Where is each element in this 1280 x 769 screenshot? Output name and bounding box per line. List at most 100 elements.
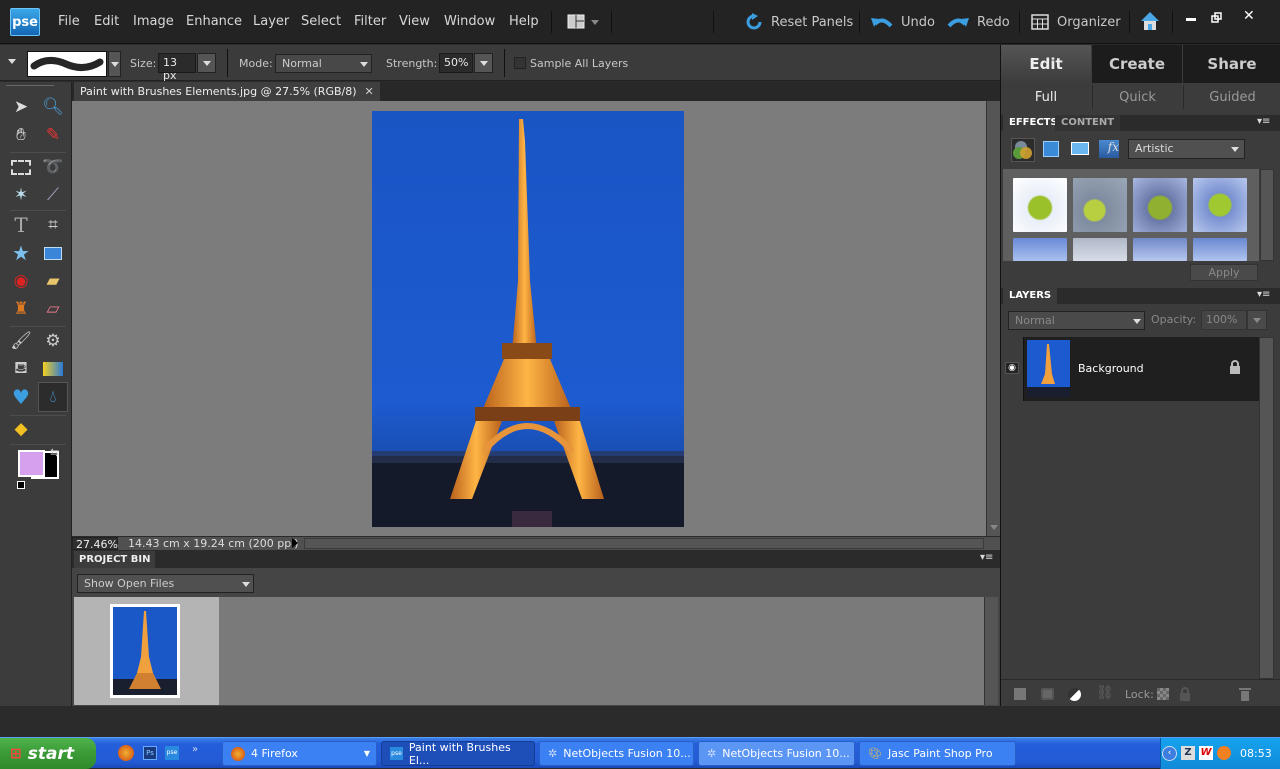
arrange-documents-button[interactable] xyxy=(567,14,601,33)
zonealarm-tray-icon[interactable]: Z xyxy=(1181,746,1195,760)
effect-thumbnail[interactable] xyxy=(1073,178,1127,232)
status-menu-arrow-icon[interactable] xyxy=(292,538,298,548)
brush-picker-button[interactable] xyxy=(108,51,121,77)
move-tool-icon[interactable]: ➤ xyxy=(8,94,34,120)
lock-all-icon[interactable] xyxy=(1179,687,1191,701)
orange-tray-icon[interactable] xyxy=(1217,746,1231,760)
effects-panel-menu-icon[interactable]: ▾≡ xyxy=(1257,116,1270,127)
effects-scrollbar[interactable] xyxy=(1260,169,1274,261)
type-tool-icon[interactable]: T xyxy=(8,212,34,238)
organizer-button[interactable]: Organizer xyxy=(1031,12,1121,32)
gradient-tool-icon[interactable] xyxy=(40,356,66,382)
effect-thumbnail[interactable] xyxy=(1193,238,1247,261)
sample-all-layers-checkbox[interactable] xyxy=(514,57,526,69)
new-layer-icon[interactable] xyxy=(1014,688,1026,700)
project-bin-menu-icon[interactable]: ▾≡ xyxy=(980,552,993,563)
all-effects-fx-icon[interactable]: fx xyxy=(1099,140,1119,158)
scroll-down-icon[interactable] xyxy=(990,525,998,530)
canvas-horizontal-scrollbar[interactable] xyxy=(304,538,984,549)
canvas-area[interactable] xyxy=(72,101,986,536)
layers-scrollbar[interactable] xyxy=(1259,337,1274,679)
crop-tool-icon[interactable]: ⌗ xyxy=(40,212,66,238)
start-button[interactable]: ⊞ start xyxy=(0,738,96,769)
lasso-tool-icon[interactable]: ➰ xyxy=(40,154,66,180)
tool-preset-menu-icon[interactable] xyxy=(8,59,16,64)
task-firefox[interactable]: 4 Firefox ▼ xyxy=(222,741,377,766)
task-pse-paint-with-brushes[interactable]: pse Paint with Brushes El... xyxy=(381,741,535,767)
layer-styles-icon[interactable] xyxy=(1043,141,1059,157)
sponge-tool-icon[interactable]: ◆ xyxy=(8,416,34,442)
blur-tool-icon[interactable]: 💧︎ xyxy=(38,382,68,412)
eiffel-tower-photo[interactable] xyxy=(372,111,684,527)
reset-panels-button[interactable]: Reset Panels xyxy=(745,12,853,32)
red-eye-tool-icon[interactable]: ◉ xyxy=(8,268,34,294)
filters-icon[interactable] xyxy=(1011,138,1035,162)
undo-button[interactable]: Undo xyxy=(871,12,935,32)
tab-guided[interactable]: Guided xyxy=(1183,85,1280,109)
adjustment-layer-icon[interactable] xyxy=(1068,688,1081,701)
layer-row-background[interactable]: ◉ Background xyxy=(1001,337,1259,401)
magic-wand-tool-icon[interactable]: ✶ xyxy=(8,182,34,208)
effect-thumbnail[interactable] xyxy=(1133,178,1187,232)
spot-healing-tool-icon[interactable]: ▰ xyxy=(40,268,66,294)
pse-quicklaunch-icon[interactable]: pse xyxy=(165,746,179,760)
quick-selection-tool-icon[interactable]: ⟋ xyxy=(40,182,66,208)
new-group-icon[interactable] xyxy=(1041,688,1054,700)
project-bin-filter-select[interactable]: Show Open Files xyxy=(77,574,254,593)
opacity-input[interactable]: 100% xyxy=(1201,310,1247,330)
effect-thumbnail[interactable] xyxy=(1073,238,1127,261)
menu-select[interactable]: Select xyxy=(301,14,341,29)
eraser-tool-icon[interactable]: ▱ xyxy=(40,296,66,322)
menu-edit[interactable]: Edit xyxy=(94,14,119,29)
zoom-tool-icon[interactable]: 🔍︎ xyxy=(40,94,66,120)
layer-visibility-eye-icon[interactable]: ◉ xyxy=(1005,362,1019,374)
photo-effects-icon[interactable] xyxy=(1071,142,1089,155)
menu-file[interactable]: File xyxy=(58,14,80,29)
effect-thumbnail[interactable] xyxy=(1013,178,1067,232)
toolbox-grip[interactable] xyxy=(6,85,54,86)
foreground-color-swatch[interactable] xyxy=(18,450,45,477)
w-tray-icon[interactable]: W xyxy=(1199,746,1213,760)
effect-thumbnail[interactable] xyxy=(1013,238,1067,261)
impressionist-brush-tool-icon[interactable]: ⚙ xyxy=(40,328,66,354)
lock-transparent-pixels-icon[interactable] xyxy=(1157,688,1169,700)
tab-full[interactable]: Full xyxy=(1001,85,1091,109)
straighten-tool-icon[interactable] xyxy=(40,240,66,266)
project-bin-item[interactable] xyxy=(74,597,219,705)
restore-button[interactable] xyxy=(1211,12,1223,27)
paint-bucket-tool-icon[interactable]: ⛾ xyxy=(8,356,34,382)
task-netobjects-1[interactable]: ✲ NetObjects Fusion 10... xyxy=(539,741,694,766)
minimize-button[interactable] xyxy=(1186,18,1196,21)
task-jasc-paint-shop-pro[interactable]: 🎨︎ Jasc Paint Shop Pro xyxy=(859,741,1016,766)
photoshop-quicklaunch-icon[interactable]: Ps xyxy=(143,746,157,760)
marquee-tool-icon[interactable] xyxy=(8,154,34,180)
tab-share[interactable]: Share xyxy=(1183,45,1280,83)
default-colors-icon[interactable] xyxy=(17,481,25,489)
layers-panel-menu-icon[interactable]: ▾≡ xyxy=(1257,289,1270,300)
menu-layer[interactable]: Layer xyxy=(253,14,289,29)
swap-colors-icon[interactable]: ⇆ xyxy=(50,446,59,459)
redo-button[interactable]: Redo xyxy=(947,12,1010,32)
menu-image[interactable]: Image xyxy=(133,14,174,29)
strength-input[interactable]: 50% xyxy=(439,53,473,73)
tab-content[interactable]: CONTENT xyxy=(1055,115,1121,131)
mode-select[interactable]: Normal xyxy=(275,54,372,73)
show-hidden-icons-button[interactable]: ‹ xyxy=(1162,746,1177,761)
brush-preview[interactable] xyxy=(27,51,107,77)
size-dropdown-button[interactable] xyxy=(197,53,216,73)
menu-view[interactable]: View xyxy=(399,14,430,29)
menu-enhance[interactable]: Enhance xyxy=(186,14,242,29)
tab-edit[interactable]: Edit xyxy=(1001,45,1091,83)
close-button[interactable]: ✕ xyxy=(1243,8,1255,24)
menu-filter[interactable]: Filter xyxy=(354,14,386,29)
opacity-dropdown-button[interactable] xyxy=(1247,310,1267,330)
firefox-quicklaunch-icon[interactable] xyxy=(118,745,134,761)
effect-thumbnail[interactable] xyxy=(1193,178,1247,232)
menu-help[interactable]: Help xyxy=(509,14,539,29)
hand-tool-icon[interactable]: ✋︎ xyxy=(8,122,34,148)
size-input[interactable]: 13 px xyxy=(158,53,196,82)
link-layers-icon[interactable]: ⛓ xyxy=(1096,685,1114,701)
clone-stamp-tool-icon[interactable]: ♜ xyxy=(8,296,34,322)
menu-window[interactable]: Window xyxy=(444,14,495,29)
home-button[interactable] xyxy=(1140,11,1160,34)
